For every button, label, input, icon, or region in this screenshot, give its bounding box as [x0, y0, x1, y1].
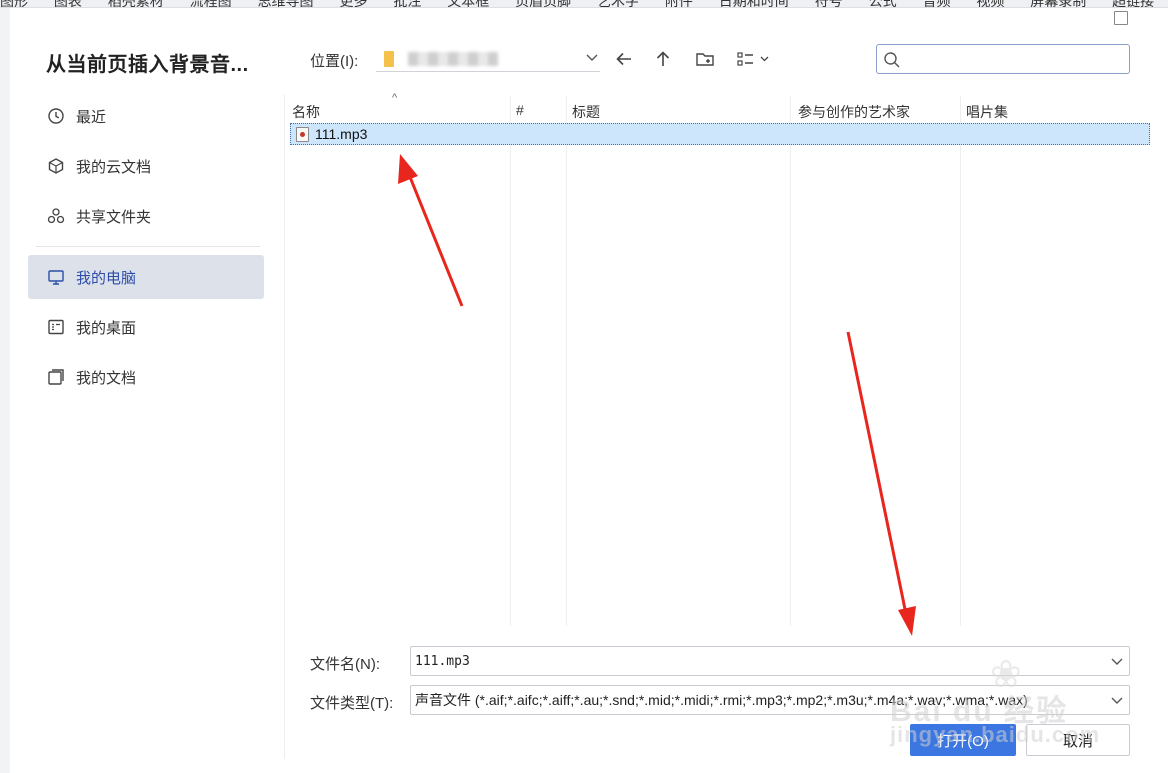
- ribbon-item[interactable]: 屏幕录制: [1030, 0, 1086, 7]
- column-divider[interactable]: [510, 96, 511, 626]
- chevron-down-icon[interactable]: [1109, 692, 1125, 708]
- filename-field[interactable]: 111.mp3: [410, 646, 1130, 676]
- search-icon: [883, 51, 901, 74]
- sidebar-item-my-documents[interactable]: 我的文档: [28, 355, 264, 399]
- ribbon-item[interactable]: 文本框: [447, 0, 489, 7]
- new-folder-button[interactable]: [693, 48, 717, 70]
- column-header-artist[interactable]: 参与创作的艺术家: [798, 102, 910, 122]
- sidebar-item-label: 我的云文档: [76, 158, 152, 176]
- share-folder-icon: [46, 206, 66, 226]
- location-label: 位置(I):: [310, 53, 359, 70]
- sidebar-item-label: 共享文件夹: [76, 208, 152, 226]
- cancel-button[interactable]: 取消: [1026, 724, 1130, 756]
- chevron-down-icon[interactable]: [1109, 653, 1125, 669]
- ribbon-item[interactable]: 页眉页脚: [515, 0, 571, 7]
- ribbon-item[interactable]: 附件: [665, 0, 693, 7]
- sidebar-item-cloud-docs[interactable]: 我的云文档: [28, 144, 264, 188]
- open-button[interactable]: 打开(O): [910, 724, 1016, 756]
- list-view-icon: [737, 52, 769, 66]
- sidebar-item-label: 我的电脑: [76, 269, 137, 287]
- blurred-path: [408, 51, 498, 66]
- filetype-value: 声音文件 (*.aif;*.aifc;*.aiff;*.au;*.snd;*.m…: [415, 692, 1028, 708]
- ribbon-item[interactable]: 思维导图: [258, 0, 314, 7]
- sidebar-item-recent[interactable]: 最近: [28, 94, 264, 138]
- location-dropdown[interactable]: [376, 46, 600, 72]
- column-divider[interactable]: [960, 96, 961, 626]
- file-name: 111.mp3: [315, 126, 368, 142]
- audio-file-icon: [296, 127, 309, 142]
- ribbon-strip: 图形 图表 稻壳素材 流程图 思维导图 更多 批注 文本框 页眉页脚 艺术字 附…: [0, 0, 1168, 8]
- column-divider[interactable]: [566, 96, 567, 626]
- column-header-title[interactable]: 标题: [572, 102, 600, 122]
- column-headers: 名称 # 标题 参与创作的艺术家 唱片集: [288, 98, 1152, 122]
- search-input[interactable]: [905, 49, 1123, 69]
- ribbon-item[interactable]: 图表: [54, 0, 82, 7]
- new-folder-icon: [696, 53, 714, 66]
- sidebar-divider: [36, 246, 260, 247]
- back-button[interactable]: [612, 48, 636, 70]
- search-box[interactable]: [876, 44, 1130, 74]
- arrow-up-icon: [656, 51, 670, 66]
- desktop-icon: [46, 317, 66, 337]
- file-list: ^ 名称 # 标题 参与创作的艺术家 唱片集 111.mp3: [288, 92, 1152, 626]
- ribbon-items: 图形 图表 稻壳素材 流程图 思维导图 更多 批注 文本框 页眉页脚 艺术字 附…: [0, 0, 1168, 7]
- maximize-button[interactable]: [1114, 11, 1128, 25]
- ribbon-item[interactable]: 艺术字: [597, 0, 639, 7]
- arrow-left-icon: [616, 52, 631, 66]
- sidebar: 最近 我的云文档 共享文件夹 我的电脑 我的桌面 我的文档: [28, 94, 264, 405]
- insert-audio-dialog: 从当前页插入背景音... 最近 我的云文档 共享文件夹 我的电脑 我的桌面 我的…: [10, 8, 1168, 773]
- column-header-album[interactable]: 唱片集: [966, 102, 1008, 122]
- chevron-down-icon: [584, 49, 600, 65]
- ribbon-item[interactable]: 超链接: [1112, 0, 1154, 7]
- monitor-icon: [46, 267, 66, 287]
- up-button[interactable]: [651, 48, 675, 70]
- file-row[interactable]: 111.mp3: [290, 123, 1150, 145]
- clock-icon: [46, 106, 66, 126]
- filetype-label: 文件类型(T):: [310, 695, 394, 712]
- ribbon-item[interactable]: 更多: [339, 0, 367, 7]
- documents-icon: [46, 367, 66, 387]
- sidebar-item-label: 我的桌面: [76, 319, 137, 337]
- filetype-select[interactable]: 声音文件 (*.aif;*.aifc;*.aiff;*.au;*.snd;*.m…: [410, 685, 1130, 715]
- ribbon-item[interactable]: 视频: [976, 0, 1004, 7]
- sidebar-item-my-computer[interactable]: 我的电脑: [28, 255, 264, 299]
- view-options-button[interactable]: [734, 48, 774, 70]
- ribbon-item[interactable]: 音频: [922, 0, 950, 7]
- sidebar-item-label: 我的文档: [76, 369, 137, 387]
- sidebar-item-label: 最近: [76, 108, 107, 126]
- dialog-title: 从当前页插入背景音...: [46, 54, 249, 76]
- ribbon-item[interactable]: 公式: [869, 0, 897, 7]
- folder-icon: [384, 50, 394, 67]
- ribbon-item[interactable]: 日期和时间: [719, 0, 789, 7]
- ribbon-item[interactable]: 符号: [815, 0, 843, 7]
- sidebar-separator: [284, 94, 285, 759]
- filename-value[interactable]: 111.mp3: [415, 654, 1105, 669]
- ribbon-item[interactable]: 流程图: [190, 0, 232, 7]
- column-divider[interactable]: [790, 96, 791, 626]
- cube-icon: [46, 156, 66, 176]
- column-header-number[interactable]: #: [516, 102, 524, 118]
- ribbon-item[interactable]: 批注: [393, 0, 421, 7]
- filename-label: 文件名(N):: [310, 656, 380, 673]
- sidebar-item-my-desktop[interactable]: 我的桌面: [28, 305, 264, 349]
- ribbon-item[interactable]: 图形: [0, 0, 28, 7]
- column-header-name[interactable]: 名称: [292, 102, 320, 122]
- sidebar-item-shared-folder[interactable]: 共享文件夹: [28, 194, 264, 238]
- ribbon-item[interactable]: 稻壳素材: [108, 0, 164, 7]
